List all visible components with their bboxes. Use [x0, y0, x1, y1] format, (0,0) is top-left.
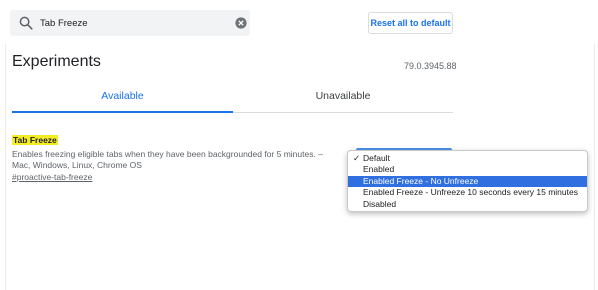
- experiment-dropdown-menu: ✓ Default Enabled Enabled Freeze - No Un…: [347, 150, 588, 212]
- tab-divider: [233, 112, 453, 113]
- experiment-title: Tab Freeze: [12, 135, 58, 145]
- active-tab-indicator: [12, 111, 233, 113]
- option-label: Enabled Freeze - No Unfreeze: [363, 175, 479, 186]
- close-circle-icon[interactable]: [235, 17, 247, 29]
- option-label: Enabled: [363, 164, 395, 175]
- dropdown-option-enabled-freeze-unfreeze[interactable]: Enabled Freeze - Unfreeze 10 seconds eve…: [348, 187, 587, 198]
- search-box[interactable]: [10, 10, 250, 36]
- option-label: Default: [363, 153, 390, 163]
- search-icon: [19, 16, 33, 30]
- option-label: Disabled: [363, 198, 397, 209]
- dropdown-option-enabled-freeze-no-unfreeze[interactable]: Enabled Freeze - No Unfreeze: [348, 175, 587, 188]
- checkmark-icon: ✓: [353, 153, 361, 163]
- reset-all-button[interactable]: Reset all to default: [368, 12, 453, 34]
- experiment-description: Enables freezing eligible tabs when they…: [12, 149, 323, 170]
- top-bar: Reset all to default: [0, 0, 598, 44]
- experiment-link[interactable]: #proactive-tab-freeze: [12, 172, 92, 182]
- dropdown-option-disabled[interactable]: Disabled: [348, 199, 587, 210]
- tab-available[interactable]: Available: [12, 90, 233, 112]
- dropdown-option-enabled[interactable]: Enabled: [348, 164, 587, 175]
- page-title: Experiments: [12, 53, 101, 70]
- version-label: 79.0.3945.88: [404, 61, 457, 71]
- search-input[interactable]: [40, 13, 230, 33]
- dropdown-option-default[interactable]: ✓ Default: [348, 153, 587, 164]
- tab-unavailable[interactable]: Unavailable: [233, 90, 453, 112]
- option-label: Enabled Freeze - Unfreeze 10 seconds eve…: [363, 187, 578, 198]
